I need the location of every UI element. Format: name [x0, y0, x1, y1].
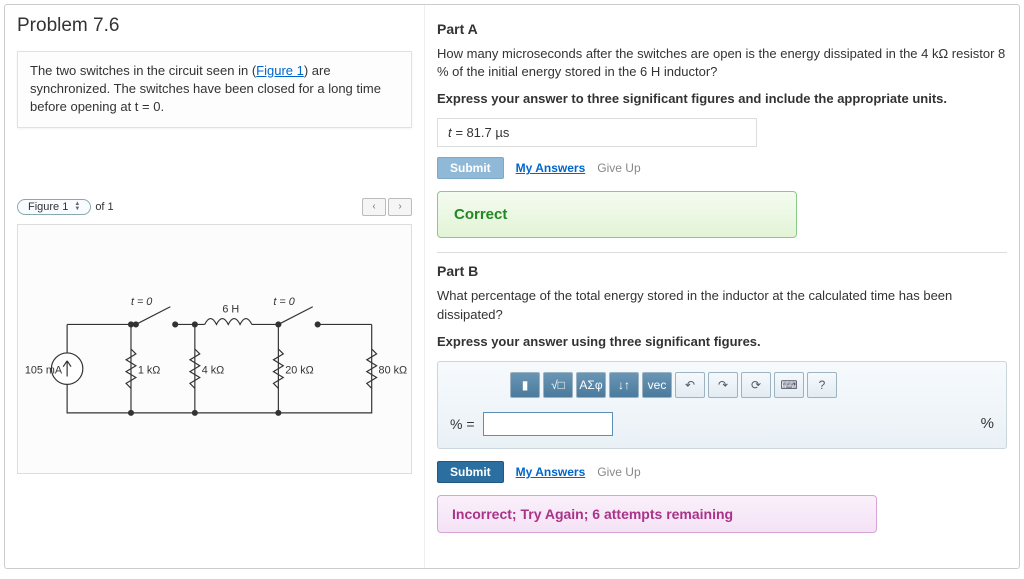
reset-icon[interactable]: ⟳ — [741, 372, 771, 398]
part-b-button-row: Submit My Answers Give Up — [437, 461, 1007, 483]
part-a-question: How many microseconds after the switches… — [437, 45, 1007, 81]
part-a-answer-value: 81.7 µs — [466, 125, 509, 140]
figure-select[interactable]: Figure 1 ▲▼ — [17, 199, 91, 215]
part-b-unit: % — [981, 415, 994, 432]
r2-label: 4 kΩ — [202, 364, 224, 376]
greek-icon[interactable]: ΑΣφ — [576, 372, 606, 398]
figure-prev-button[interactable]: ‹ — [362, 198, 386, 216]
inductor-label: 6 H — [222, 303, 239, 315]
r1-label: 1 kΩ — [138, 364, 160, 376]
right-column: Part A How many microseconds after the s… — [425, 5, 1019, 568]
switch-right-label: t = 0 — [273, 295, 294, 307]
figure-next-button[interactable]: › — [388, 198, 412, 216]
subsup-icon[interactable]: ↓↑ — [609, 372, 639, 398]
problem-container: Problem 7.6 The two switches in the circ… — [4, 4, 1020, 569]
part-a-answer-box: t = 81.7 µs — [437, 118, 757, 147]
part-b-title: Part B — [437, 263, 1007, 279]
part-b-question: What percentage of the total energy stor… — [437, 287, 1007, 323]
switch-left-label: t = 0 — [131, 295, 152, 307]
part-a-title: Part A — [437, 21, 1007, 37]
problem-title: Problem 7.6 — [17, 15, 412, 37]
part-b-give-up[interactable]: Give Up — [597, 465, 640, 479]
redo-icon[interactable]: ↷ — [708, 372, 738, 398]
figure-label: Figure 1 — [28, 201, 68, 213]
figure-nav: ‹ › — [362, 198, 412, 216]
keyboard-icon[interactable]: ⌨ — [774, 372, 804, 398]
part-b-feedback-incorrect: Incorrect; Try Again; 6 attempts remaini… — [437, 495, 877, 533]
part-a-submit-button[interactable]: Submit — [437, 157, 504, 179]
part-a-feedback-correct: Correct — [437, 191, 797, 238]
figure-of-text: of 1 — [95, 201, 113, 213]
figure-spinner-icon[interactable]: ▲▼ — [74, 202, 80, 212]
help-icon[interactable]: ? — [807, 372, 837, 398]
part-b-answer-input[interactable] — [483, 412, 613, 436]
figure-header: Figure 1 ▲▼ of 1 ‹ › — [17, 198, 412, 216]
math-input-panel: ▮ √□ ΑΣφ ↓↑ vec ↶ ↷ ⟳ ⌨ ? % = % — [437, 361, 1007, 449]
separator — [437, 252, 1007, 253]
math-toolbar: ▮ √□ ΑΣφ ↓↑ vec ↶ ↷ ⟳ ⌨ ? — [510, 372, 994, 398]
part-a-my-answers-link[interactable]: My Answers — [516, 161, 586, 175]
figure-link[interactable]: Figure 1 — [256, 63, 304, 78]
desc-pre: The two switches in the circuit seen in … — [30, 63, 256, 78]
part-b-instruction: Express your answer using three signific… — [437, 334, 1007, 349]
vec-icon[interactable]: vec — [642, 372, 672, 398]
r4-label: 80 kΩ — [379, 364, 407, 376]
undo-icon[interactable]: ↶ — [675, 372, 705, 398]
part-b-var-label: % = — [450, 416, 475, 432]
part-a-button-row: Submit My Answers Give Up — [437, 157, 1007, 179]
part-a-give-up[interactable]: Give Up — [597, 161, 640, 175]
left-column: Problem 7.6 The two switches in the circ… — [5, 5, 425, 568]
figure-canvas: t = 0 t = 0 6 H 105 mA 1 kΩ 4 kΩ 20 kΩ 8… — [17, 224, 412, 474]
sqrt-icon[interactable]: √□ — [543, 372, 573, 398]
part-a-answer-prefix: t = — [448, 125, 466, 140]
circuit-diagram: t = 0 t = 0 6 H 105 mA 1 kΩ 4 kΩ 20 kΩ 8… — [18, 225, 411, 473]
r3-label: 20 kΩ — [285, 364, 313, 376]
part-b-my-answers-link[interactable]: My Answers — [516, 465, 586, 479]
source-label: 105 mA — [25, 364, 63, 376]
equation-row: % = % — [450, 412, 994, 436]
template-icon[interactable]: ▮ — [510, 372, 540, 398]
part-a-instruction: Express your answer to three significant… — [437, 91, 1007, 106]
part-b-submit-button[interactable]: Submit — [437, 461, 504, 483]
problem-description: The two switches in the circuit seen in … — [17, 51, 412, 128]
